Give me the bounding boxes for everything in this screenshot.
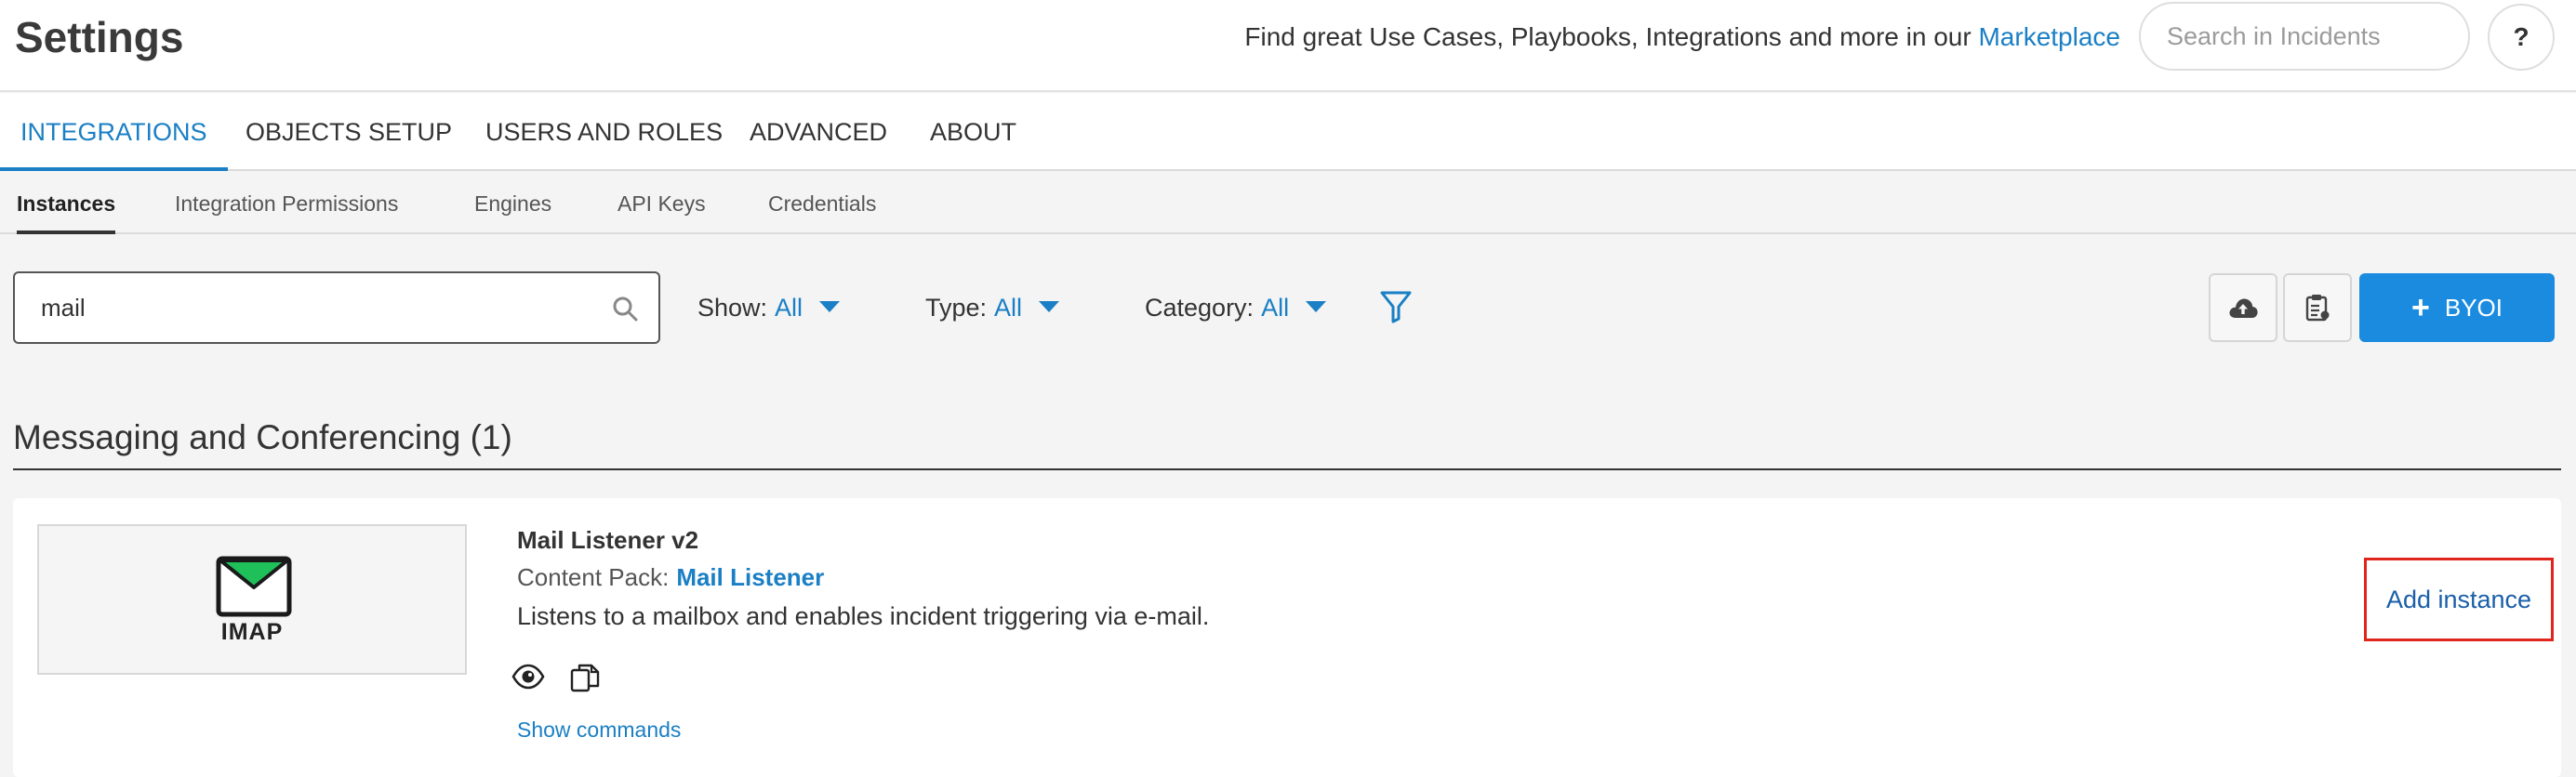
category-filter-label: Category: [1145,294,1255,322]
content-pack-link[interactable]: Mail Listener [676,563,824,591]
byoi-label: BYOI [2444,293,2503,322]
show-commands-link[interactable]: Show commands [517,718,681,743]
integration-search-input[interactable] [15,273,591,342]
marketplace-link[interactable]: Marketplace [1978,22,2120,51]
help-button[interactable]: ? [2488,4,2555,71]
sub-tabs: Instances Integration Permissions Engine… [0,173,2576,234]
chevron-down-icon [819,300,841,312]
show-filter-label: Show: [697,294,768,322]
search-incidents-input[interactable] [2139,2,2470,71]
subtab-instances[interactable]: Instances [17,173,116,234]
integration-logo: IMAP [37,524,467,675]
type-filter-label: Type: [925,294,988,322]
marketplace-promo: Find great Use Cases, Playbooks, Integra… [1244,19,2120,56]
plus-icon: + [2411,290,2430,325]
upload-button[interactable] [2209,273,2277,342]
content-pack-label: Content Pack: [517,563,670,591]
content-pack: Content Pack: Mail Listener [517,563,824,592]
chevron-down-icon [1039,300,1060,312]
integration-search-box [13,271,660,344]
section-title: Messaging and Conferencing (1) [13,418,512,456]
subtab-credentials[interactable]: Credentials [768,173,876,234]
category-filter[interactable]: Category: All [1145,288,1327,327]
byoi-button[interactable]: + BYOI [2359,273,2555,342]
add-instance-button[interactable]: Add instance [2364,558,2554,641]
app-header: Settings Find great Use Cases, Playbooks… [0,0,2576,92]
type-filter-value: All [994,294,1023,322]
integration-card: IMAP Mail Listener v2 Content Pack: Mail … [13,498,2561,777]
page-title: Settings [15,13,184,61]
chevron-down-icon [1306,300,1327,312]
clipboard-icon [2305,295,2330,322]
tab-users-and-roles[interactable]: USERS AND ROLES [465,93,743,171]
copy-icon[interactable] [569,662,601,693]
main-tabs: INTEGRATIONS OBJECTS SETUP USERS AND ROL… [0,93,2576,171]
section-divider [13,468,2561,470]
show-filter[interactable]: Show: All [697,288,841,327]
promo-text: Find great Use Cases, Playbooks, Integra… [1244,22,1979,51]
tab-advanced[interactable]: ADVANCED [729,93,908,171]
tab-integrations[interactable]: INTEGRATIONS [0,93,228,171]
integration-description: Listens to a mailbox and enables inciden… [517,602,1210,630]
logo-text: IMAP [220,619,284,645]
category-filter-value: All [1261,294,1290,322]
integration-name: Mail Listener v2 [517,526,699,554]
cloud-upload-icon [2229,298,2258,318]
type-filter[interactable]: Type: All [925,288,1060,327]
subtab-engines[interactable]: Engines [474,173,551,234]
subtab-api-keys[interactable]: API Keys [617,173,706,234]
filter-funnel-icon[interactable] [1380,290,1412,323]
report-button[interactable] [2283,273,2352,342]
eye-icon[interactable] [511,664,545,690]
envelope-icon [216,556,292,617]
subtab-integration-permissions[interactable]: Integration Permissions [175,173,398,234]
tab-objects-setup[interactable]: OBJECTS SETUP [225,93,472,171]
search-icon [613,296,638,322]
tab-about[interactable]: ABOUT [910,93,1037,171]
show-filter-value: All [775,294,803,322]
